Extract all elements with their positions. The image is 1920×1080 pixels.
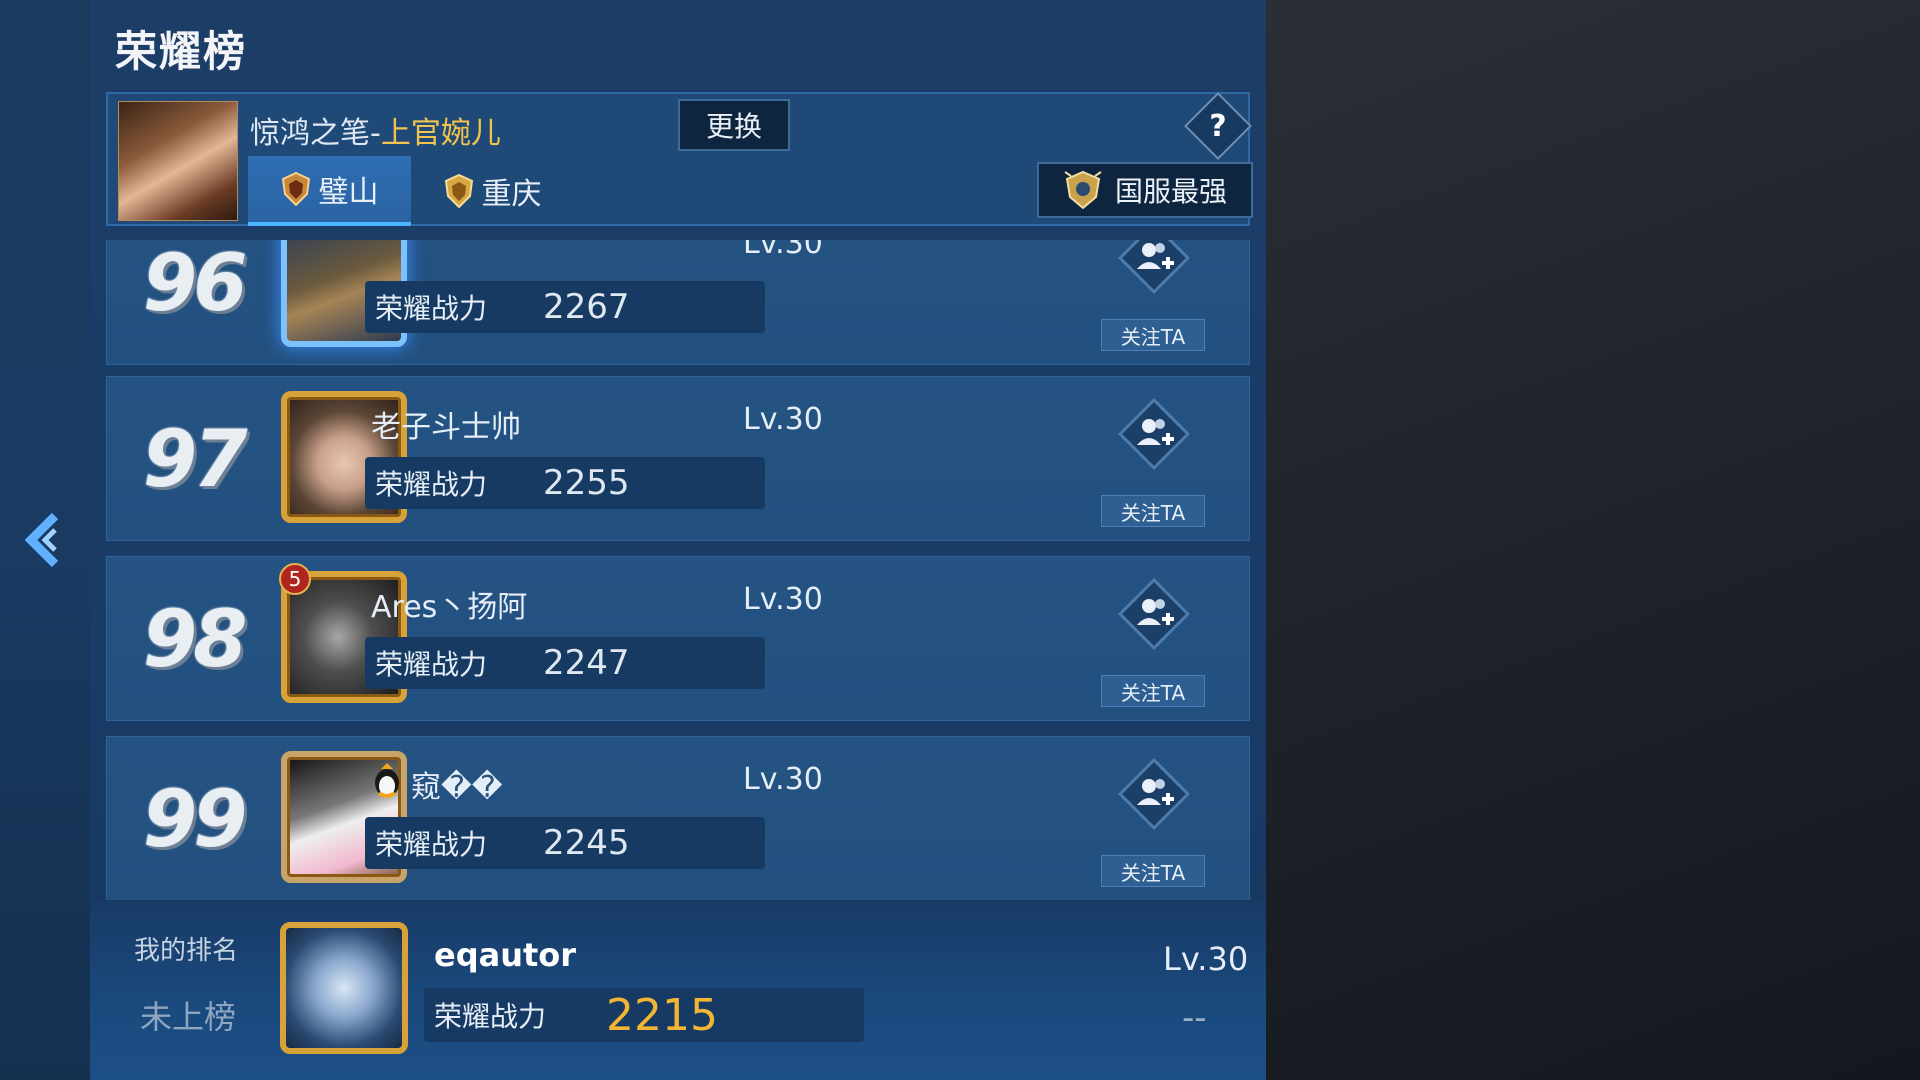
hero-header: 惊鸿之笔-上官婉儿 更换 ? 璧山 重庆 国服最强 [106, 92, 1253, 226]
chevron-left-icon [25, 512, 59, 568]
power-box: 荣耀战力 2267 [365, 281, 765, 333]
tab-label: 璧山 [318, 175, 379, 210]
honor-panel: 荣耀榜 惊鸿之笔-上官婉儿 更换 ? 璧山 重庆 国服最强 96 Lv.30 荣… [90, 0, 1266, 1080]
table-row: 96 Lv.30 荣耀战力 2267 关注TA [106, 240, 1250, 365]
hero-name: 惊鸿之笔-上官婉儿 [250, 108, 501, 152]
question-icon: ? [1209, 108, 1227, 144]
my-follow-placeholder: -- [1182, 998, 1207, 1038]
add-friend-icon[interactable] [1113, 573, 1195, 655]
national-best-button[interactable]: 国服最强 [1037, 162, 1253, 218]
power-box: 荣耀战力 2255 [365, 457, 765, 509]
leaderboard-list[interactable]: 96 Lv.30 荣耀战力 2267 关注TA 97 老子斗士帅 Lv.30 荣… [90, 240, 1266, 900]
player-name: Ares丶扬阿 [371, 590, 528, 625]
power-box: 荣耀战力 2245 [365, 817, 765, 869]
help-button[interactable]: ? [1184, 92, 1252, 160]
rank-number: 97 [143, 415, 248, 505]
hero-portrait[interactable] [118, 101, 238, 221]
follow-button[interactable]: 关注TA [1101, 855, 1205, 887]
power-label: 荣耀战力 [375, 292, 488, 325]
tab-chongqing[interactable]: 重庆 [411, 156, 574, 226]
player-level: Lv.30 [743, 240, 823, 261]
follow-button[interactable]: 关注TA [1101, 675, 1205, 707]
player-name: 窥�� [411, 770, 503, 805]
hero-name-prefix: 惊鸿之笔- [250, 116, 381, 151]
tab-bishan[interactable]: 璧山 [248, 156, 411, 226]
power-label: 荣耀战力 [375, 648, 488, 681]
my-rank-label: 我的排名 [134, 936, 239, 966]
rank-number: 96 [143, 240, 248, 329]
power-label: 荣耀战力 [375, 468, 488, 501]
power-value: 2245 [543, 823, 630, 863]
back-button[interactable] [22, 510, 72, 570]
rank-number: 99 [143, 775, 248, 865]
rank-number: 98 [143, 595, 248, 685]
change-hero-button[interactable]: 更换 [678, 99, 790, 151]
player-name: 老子斗士帅 [371, 410, 521, 445]
shield-badge-icon [281, 172, 310, 206]
power-label: 荣耀战力 [434, 1000, 547, 1033]
player-level: Lv.30 [743, 402, 823, 437]
follow-button[interactable]: 关注TA [1101, 319, 1205, 351]
add-friend-icon[interactable] [1113, 753, 1195, 835]
follow-button[interactable]: 关注TA [1101, 495, 1205, 527]
table-row: 99 窥�� Lv.30 荣耀战力 2245 关注TA [106, 736, 1250, 900]
my-rank-status: 未上榜 [140, 998, 237, 1036]
power-value: 2255 [543, 463, 630, 503]
hero-name-highlight: 上官婉儿 [380, 116, 501, 151]
player-level: Lv.30 [743, 762, 823, 797]
right-background [1266, 0, 1920, 1080]
add-friend-icon[interactable] [1113, 240, 1195, 299]
national-best-label: 国服最强 [1114, 175, 1227, 208]
penguin-icon [375, 763, 399, 798]
tab-label: 重庆 [481, 177, 542, 212]
power-value: 2247 [543, 643, 630, 683]
power-value: 2267 [543, 287, 630, 327]
my-power-box: 荣耀战力 2215 [424, 988, 864, 1042]
my-rank-bar: 我的排名 未上榜 eqautor Lv.30 荣耀战力 2215 -- [90, 900, 1266, 1080]
player-level: Lv.30 [743, 582, 823, 617]
my-player-level: Lv.30 [1163, 940, 1249, 978]
crest-icon [1064, 170, 1102, 210]
avatar[interactable] [280, 922, 408, 1054]
page-title: 荣耀榜 [115, 27, 248, 76]
power-box: 荣耀战力 2247 [365, 637, 765, 689]
table-row: 97 老子斗士帅 Lv.30 荣耀战力 2255 关注TA [106, 376, 1250, 541]
add-friend-icon[interactable] [1113, 393, 1195, 475]
table-row: 98 5 Ares丶扬阿 Lv.30 荣耀战力 2247 关注TA [106, 556, 1250, 721]
my-power-value: 2215 [606, 989, 718, 1041]
vip-badge: 5 [279, 563, 311, 595]
shield-badge-icon [444, 174, 473, 208]
power-label: 荣耀战力 [375, 828, 488, 861]
my-player-name: eqautor [434, 936, 577, 974]
